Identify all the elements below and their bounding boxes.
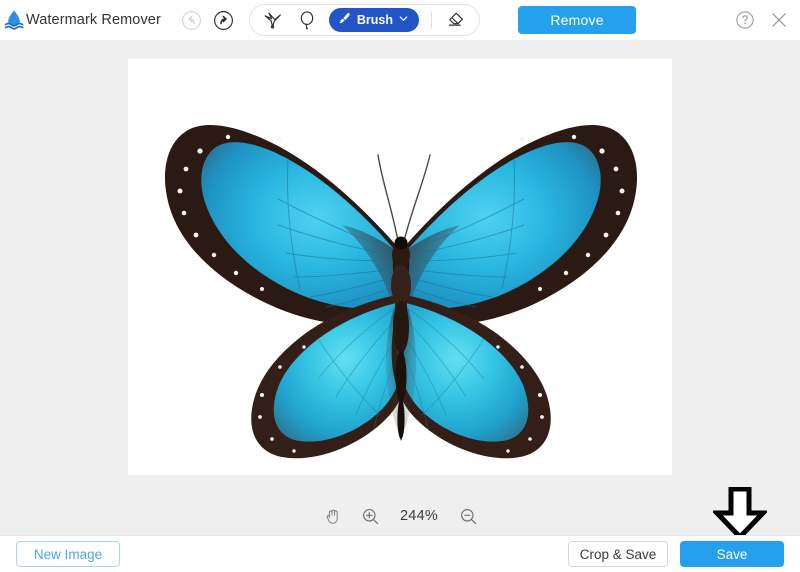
footer-right-actions: Crop & Save Save bbox=[568, 541, 784, 567]
undo-button[interactable] bbox=[181, 9, 203, 31]
zoom-out-icon[interactable] bbox=[457, 505, 479, 527]
watermark-remover-window: Watermark Remover Brush Remove 244% New … bbox=[0, 0, 800, 572]
zoom-in-icon[interactable] bbox=[359, 505, 381, 527]
eraser-tool[interactable] bbox=[441, 6, 471, 34]
app-header: Watermark Remover Brush Remove bbox=[0, 0, 800, 40]
brand: Watermark Remover bbox=[4, 9, 161, 31]
zoom-controls: 244% bbox=[0, 503, 800, 529]
help-circle-icon[interactable] bbox=[734, 9, 756, 31]
polygon-lasso-tool[interactable] bbox=[258, 6, 288, 34]
brush-icon bbox=[337, 11, 352, 29]
lasso-tool[interactable] bbox=[292, 6, 322, 34]
app-footer: New Image Crop & Save Save bbox=[0, 535, 800, 572]
history-controls bbox=[181, 9, 235, 31]
close-icon[interactable] bbox=[768, 9, 790, 31]
new-image-button[interactable]: New Image bbox=[16, 541, 120, 567]
save-button[interactable]: Save bbox=[680, 541, 784, 567]
zoom-level-label: 244% bbox=[400, 508, 438, 524]
butterfly-image bbox=[128, 59, 672, 475]
chevron-down-icon bbox=[398, 13, 409, 27]
crop-and-save-button[interactable]: Crop & Save bbox=[568, 541, 668, 567]
workspace: 244% bbox=[0, 40, 800, 535]
app-title: Watermark Remover bbox=[26, 12, 161, 28]
redo-button[interactable] bbox=[213, 9, 235, 31]
brush-tool-label: Brush bbox=[356, 13, 394, 27]
remove-button[interactable]: Remove bbox=[518, 6, 637, 34]
image-canvas[interactable] bbox=[128, 59, 672, 475]
tool-group: Brush bbox=[248, 4, 481, 36]
water-drop-logo-icon bbox=[4, 9, 24, 31]
hand-pan-icon[interactable] bbox=[321, 505, 343, 527]
header-right-controls bbox=[734, 9, 790, 31]
brush-tool-dropdown[interactable]: Brush bbox=[328, 8, 420, 32]
tool-divider bbox=[431, 12, 433, 28]
